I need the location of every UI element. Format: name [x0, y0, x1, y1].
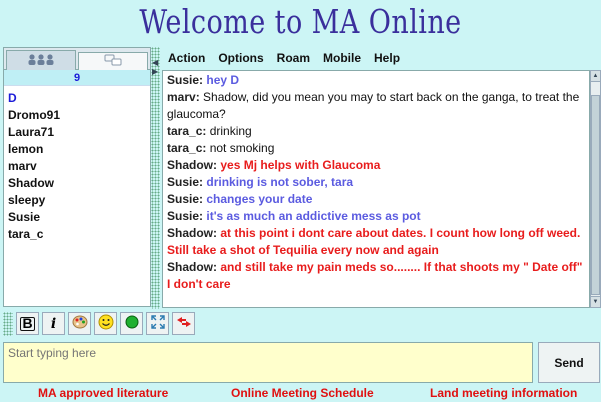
status-button[interactable] [120, 312, 143, 335]
send-button[interactable]: Send [538, 342, 600, 383]
footer-link-label[interactable]: Online Meeting Schedule [231, 386, 374, 400]
menu-item-action[interactable]: Action [168, 51, 205, 65]
menu-item-roam[interactable]: Roam [277, 51, 310, 65]
message-author[interactable]: Susie: [167, 192, 203, 206]
message-text: Shadow, did you mean you may to start ba… [167, 90, 580, 121]
footer-link-label[interactable]: MA approved literature [38, 386, 168, 400]
menu-item-options[interactable]: Options [218, 51, 263, 65]
footer-link-literature[interactable]: MA approved literature [38, 386, 168, 400]
scroll-up-icon[interactable]: ▲ [591, 71, 600, 82]
scroll-down-icon[interactable]: ▼ [591, 296, 600, 307]
green-circle-icon [125, 315, 139, 332]
message-author[interactable]: marv: [167, 90, 200, 104]
color-button[interactable] [68, 312, 91, 335]
message-text: not smoking [209, 141, 275, 155]
panel-splitter[interactable] [151, 47, 160, 309]
page-title: Welcome to MA Online [139, 2, 462, 41]
menu-bar: Action Options Roam Mobile Help [160, 47, 601, 69]
scroll-thumb[interactable] [591, 95, 600, 295]
menu-item-mobile[interactable]: Mobile [323, 51, 361, 65]
footer-link-schedule[interactable]: Online Meeting Schedule [231, 386, 374, 400]
message-text: drinking is not sober, tara [206, 175, 354, 189]
message-author[interactable]: Susie: [167, 175, 203, 189]
user-list-item[interactable]: marv [8, 158, 146, 175]
smiley-icon [98, 314, 114, 333]
footer-link-land-meetings[interactable]: Land meeting information [430, 386, 577, 400]
chat-message: Shadow: at this point i dont care about … [167, 225, 585, 259]
message-text: and still take my pain meds so........ I… [167, 260, 583, 291]
user-list: D Dromo91 Laura71 lemon marv Shadow sleepy Susi… [4, 86, 150, 247]
arrows-icon [176, 316, 192, 331]
chat-scrollbar[interactable]: ▲ ▼ [590, 70, 601, 308]
message-author[interactable]: Susie: [167, 209, 203, 223]
toolbar-grip[interactable] [3, 312, 13, 336]
bold-label: B [20, 316, 35, 331]
user-list-item[interactable]: Laura71 [8, 124, 146, 141]
chat-message: tara_c: not smoking [167, 140, 585, 157]
message-author[interactable]: Shadow: [167, 226, 217, 240]
splitter-arrows-icon[interactable]: ◀ ▶ [152, 58, 158, 76]
message-author[interactable]: tara_c: [167, 124, 206, 138]
chat-message: Susie: drinking is not sober, tara [167, 174, 585, 191]
italic-label: i [50, 315, 57, 332]
message-author[interactable]: tara_c: [167, 141, 206, 155]
chat-message: tara_c: drinking [167, 123, 585, 140]
message-author[interactable]: Shadow: [167, 158, 217, 172]
tab-rooms[interactable] [78, 52, 148, 70]
user-list-item[interactable]: sleepy [8, 192, 146, 209]
expand-button[interactable] [146, 312, 169, 335]
bold-button[interactable]: B [16, 312, 39, 335]
chat-message: Susie: hey D [167, 72, 585, 89]
user-list-item[interactable]: Susie [8, 209, 146, 226]
user-list-item[interactable]: tara_c [8, 226, 146, 243]
chat-bubbles-icon [104, 54, 122, 69]
message-author[interactable]: Susie: [167, 73, 203, 87]
chat-message: Susie: changes your date [167, 191, 585, 208]
message-text: hey D [206, 73, 240, 87]
message-text: changes your date [206, 192, 313, 206]
user-list-item[interactable]: lemon [8, 141, 146, 158]
footer-link-label[interactable]: Land meeting information [430, 386, 577, 400]
user-list-panel: 9 D Dromo91 Laura71 lemon marv Shadow sleepy Su… [3, 47, 151, 307]
message-text: yes Mj helps with Glaucoma [220, 158, 381, 172]
chat-message: Shadow: yes Mj helps with Glaucoma [167, 157, 585, 174]
format-toolbar: B i [16, 312, 195, 338]
user-count: 9 [4, 70, 150, 86]
emoticon-button[interactable] [94, 312, 117, 335]
message-author[interactable]: Shadow: [167, 260, 217, 274]
message-text: it's as much an addictive mess as pot [206, 209, 421, 223]
menu-item-help[interactable]: Help [374, 51, 400, 65]
user-list-item[interactable]: Shadow [8, 175, 146, 192]
user-list-item[interactable]: D [8, 90, 146, 107]
message-text: drinking [209, 124, 252, 138]
message-input[interactable] [3, 342, 533, 383]
panel-tabs [4, 48, 150, 70]
users-icon [26, 53, 56, 68]
expand-icon [150, 315, 165, 332]
chat-message: Susie: it's as much an addictive mess as… [167, 208, 585, 225]
italic-button[interactable]: i [42, 312, 65, 335]
message-text: at this point i dont care about dates. I… [167, 226, 581, 257]
palette-icon [72, 315, 88, 332]
chat-message: Shadow: and still take my pain meds so..… [167, 259, 585, 293]
user-list-item[interactable]: Dromo91 [8, 107, 146, 124]
tab-users[interactable] [6, 50, 76, 70]
chat-message: marv: Shadow, did you mean you may to st… [167, 89, 585, 123]
swap-button[interactable] [172, 312, 195, 335]
chat-transcript: Susie: hey Dmarv: Shadow, did you mean y… [162, 70, 590, 308]
